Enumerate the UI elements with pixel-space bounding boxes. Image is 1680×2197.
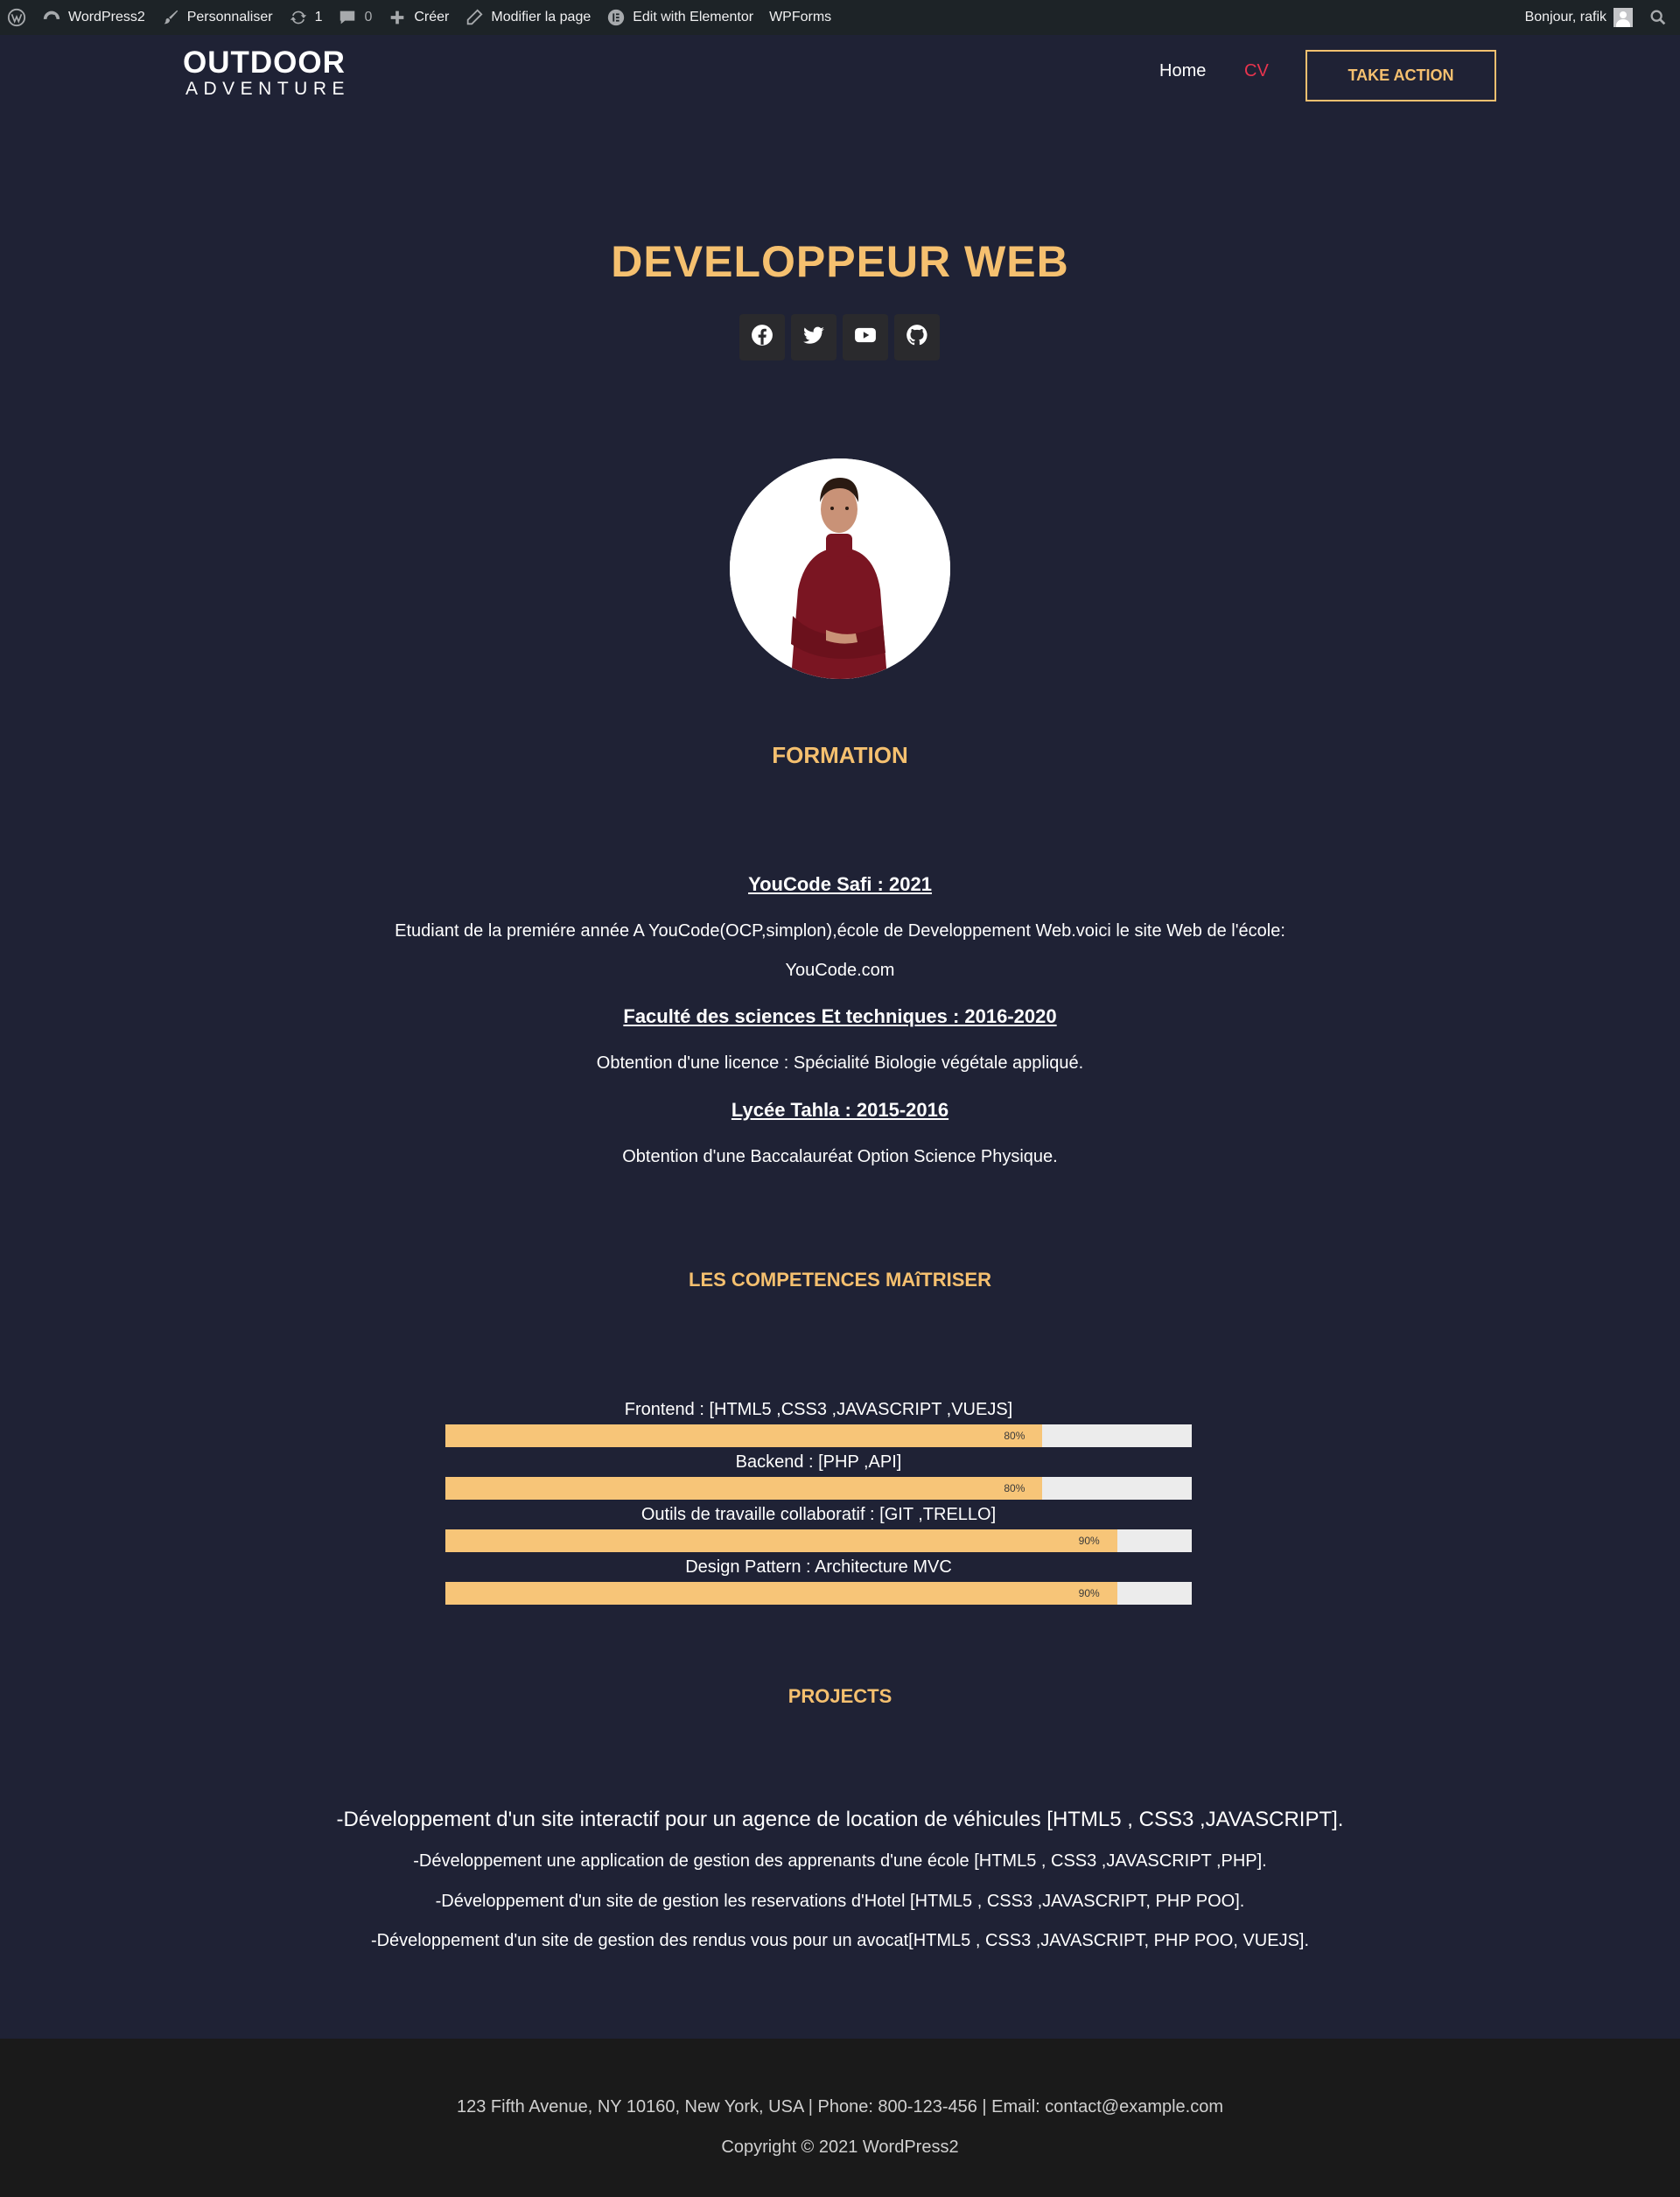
brush-icon <box>161 8 180 27</box>
plus-icon <box>388 8 407 27</box>
youtube-link[interactable] <box>843 314 888 360</box>
formation-text-1b: YouCode.com <box>785 961 895 980</box>
skill-item: Outils de travaille collaboratif : [GIT … <box>445 1500 1192 1552</box>
admin-new-label: Créer <box>414 10 450 24</box>
skill-bar: 80% <box>445 1424 1192 1447</box>
skill-bar: 90% <box>445 1529 1192 1552</box>
elementor-icon <box>606 8 626 27</box>
admin-elementor-label: Edit with Elementor <box>633 10 754 24</box>
project-item: -Développement une application de gestio… <box>413 1851 1267 1871</box>
skill-percent: 80% <box>1004 1482 1026 1494</box>
admin-search-button[interactable] <box>1641 0 1680 35</box>
user-avatar <box>1614 8 1633 27</box>
project-item: -Développement d'un site de gestion des … <box>370 1931 1310 1950</box>
admin-site-link[interactable]: WordPress2 <box>34 0 153 35</box>
project-item: -Développement d'un site interactif pour… <box>336 1808 1344 1831</box>
admin-edit-link[interactable]: Modifier la page <box>457 0 598 35</box>
twitter-icon <box>802 324 825 351</box>
admin-wpforms-link[interactable]: WPForms <box>761 0 839 35</box>
skill-bar-fill: 90% <box>445 1582 1117 1605</box>
project-item: -Développement d'un site de gestion les … <box>435 1892 1245 1911</box>
skill-percent: 80% <box>1004 1430 1026 1442</box>
admin-comments-count: 0 <box>364 10 373 24</box>
admin-wpforms-label: WPForms <box>769 10 832 24</box>
logo-line-2: ADVENTURE <box>186 79 351 99</box>
facebook-link[interactable] <box>739 314 785 360</box>
formation-heading-1: YouCode Safi : 2021 <box>748 873 932 895</box>
skill-percent: 90% <box>1078 1587 1100 1599</box>
skill-bar-fill: 80% <box>445 1477 1043 1500</box>
skill-label: Backend : [PHP ,API] <box>735 1452 902 1472</box>
nav-home[interactable]: Home <box>1159 61 1206 81</box>
wordpress-logo-button[interactable] <box>0 0 34 35</box>
admin-updates-count: 1 <box>314 10 323 24</box>
dashboard-icon <box>42 8 61 27</box>
admin-comments-link[interactable]: 0 <box>330 0 380 35</box>
skill-bar: 80% <box>445 1477 1192 1500</box>
profile-photo <box>730 458 950 679</box>
pencil-icon <box>465 8 484 27</box>
page-title: DEVELOPPEUR WEB <box>611 237 1069 286</box>
footer-contact: 123 Fifth Avenue, NY 10160, New York, US… <box>456 2097 1224 2117</box>
skill-item: Frontend : [HTML5 ,CSS3 ,JAVASCRIPT ,VUE… <box>445 1395 1192 1447</box>
skill-percent: 90% <box>1078 1535 1100 1547</box>
formation-text-1: Etudiant de la premiére année A YouCode(… <box>395 921 1285 941</box>
formation-heading-3: Lycée Tahla : 2015-2016 <box>731 1099 949 1121</box>
github-link[interactable] <box>894 314 940 360</box>
social-icons <box>739 314 940 360</box>
admin-new-link[interactable]: Créer <box>380 0 457 35</box>
youtube-icon <box>854 324 877 351</box>
formation-text-3: Obtention d'une Baccalauréat Option Scie… <box>622 1147 1058 1166</box>
skill-bar: 90% <box>445 1582 1192 1605</box>
admin-elementor-link[interactable]: Edit with Elementor <box>598 0 761 35</box>
skill-label: Design Pattern : Architecture MVC <box>685 1557 952 1577</box>
github-icon <box>906 324 928 351</box>
admin-site-label: WordPress2 <box>68 10 145 24</box>
skill-label: Frontend : [HTML5 ,CSS3 ,JAVASCRIPT ,VUE… <box>624 1400 1013 1419</box>
facebook-icon <box>751 324 774 351</box>
comment-icon <box>338 8 357 27</box>
site-logo[interactable]: OUTDOOR ADVENTURE <box>183 47 350 100</box>
admin-edit-label: Modifier la page <box>491 10 592 24</box>
skills-list: Frontend : [HTML5 ,CSS3 ,JAVASCRIPT ,VUE… <box>445 1395 1192 1605</box>
footer-copyright: Copyright © 2021 WordPress2 <box>721 2138 959 2157</box>
logo-line-1: OUTDOOR <box>183 45 346 80</box>
projects-title: PROJECTS <box>788 1685 892 1707</box>
formation-heading-2: Faculté des sciences Et techniques : 201… <box>623 1005 1057 1027</box>
nav-cv[interactable]: CV <box>1244 61 1269 81</box>
updates-icon <box>289 8 308 27</box>
skill-item: Design Pattern : Architecture MVC 90% <box>445 1552 1192 1605</box>
admin-updates-link[interactable]: 1 <box>281 0 331 35</box>
admin-bar: WordPress2 Personnaliser 1 0 Créer Modif… <box>0 0 1680 35</box>
wordpress-icon <box>7 8 26 27</box>
take-action-button[interactable]: TAKE ACTION <box>1306 50 1496 101</box>
admin-customize-link[interactable]: Personnaliser <box>153 0 281 35</box>
admin-greeting: Bonjour, rafik <box>1524 10 1606 24</box>
skills-title: LES COMPETENCES MAîTRISER <box>689 1269 991 1291</box>
twitter-link[interactable] <box>791 314 836 360</box>
admin-customize-label: Personnaliser <box>186 10 273 24</box>
admin-account-link[interactable]: Bonjour, rafik <box>1517 0 1641 35</box>
site-footer: 123 Fifth Avenue, NY 10160, New York, US… <box>0 2039 1680 2197</box>
skill-item: Backend : [PHP ,API] 80% <box>445 1447 1192 1500</box>
skill-bar-fill: 80% <box>445 1424 1043 1447</box>
search-icon <box>1648 8 1668 27</box>
skill-bar-fill: 90% <box>445 1529 1117 1552</box>
formation-title: FORMATION <box>772 742 908 768</box>
formation-text-2: Obtention d'une licence : Spécialité Bio… <box>596 1053 1084 1073</box>
skill-label: Outils de travaille collaboratif : [GIT … <box>640 1505 997 1524</box>
